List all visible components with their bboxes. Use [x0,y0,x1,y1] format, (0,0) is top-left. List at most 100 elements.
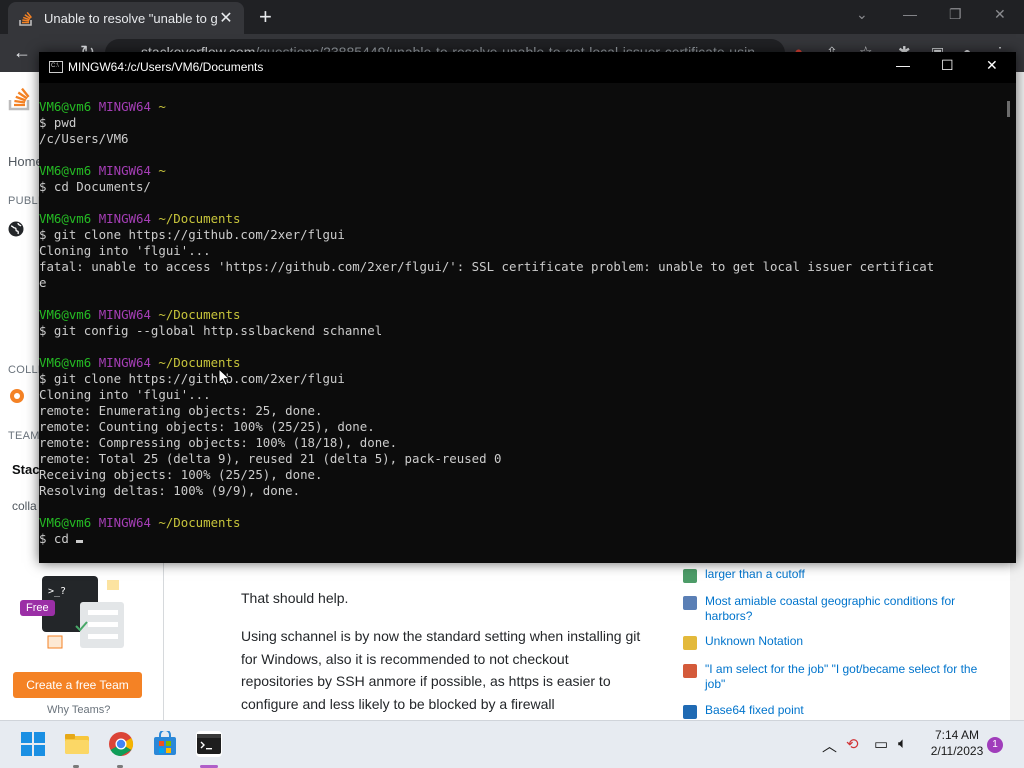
terminal-icon[interactable] [196,731,222,757]
prompt-dir: ~/Documents [158,307,241,322]
file-explorer-icon[interactable] [64,731,90,757]
terminal-output-line: remote: Counting objects: 100% (25/25), … [39,419,1004,435]
prompt-user: VM6@vm6 [39,307,92,322]
hot-question-item[interactable]: Unknown Notation [683,634,983,650]
nav-home-link[interactable]: Home [8,154,43,169]
prompt-host: MINGW64 [98,307,151,322]
terminal-output-line: Cloning into 'flgui'... [39,387,1004,403]
hot-question-item[interactable]: Base64 fixed point [683,703,983,719]
show-hidden-icons-chevron-icon[interactable]: ︿ [822,735,837,756]
terminal-prompt-line: VM6@vm6 MINGW64 ~/Documents [39,515,1004,531]
terminal-line-text: Cloning into 'flgui'... [39,243,211,258]
terminal-output-line: fatal: unable to access 'https://github.… [39,259,1004,275]
terminal-line-text: remote: Enumerating objects: 25, done. [39,403,323,418]
terminal-line-text: remote: Counting objects: 100% (25/25), … [39,419,375,434]
globe-icon [8,221,24,237]
terminal-output-line: /c/Users/VM6 [39,131,1004,147]
restore-browser-icon[interactable]: ❐ [949,6,962,23]
hot-question-item[interactable]: Most amiable coastal geographic conditio… [683,594,983,624]
new-tab-button[interactable]: + [259,6,272,28]
prompt-user: VM6@vm6 [39,99,92,114]
answer-paragraph-1: That should help. [241,590,349,606]
maximize-icon[interactable]: ☐ [941,57,954,74]
windows-start-icon[interactable] [20,731,46,757]
terminal-output-line: e [39,275,1004,291]
site-favicon-icon [683,569,697,583]
hot-question-link[interactable]: Base64 fixed point [705,703,804,719]
terminal-command-line: $ cd [39,531,1004,547]
create-free-team-button[interactable]: Create a free Team [13,672,142,698]
minimize-browser-icon[interactable]: — [903,6,917,22]
terminal-prompt-line: VM6@vm6 MINGW64 ~ [39,163,1004,179]
network-icon[interactable]: ▭ [874,735,888,753]
close-tab-icon[interactable]: ✕ [218,8,234,28]
terminal-cursor [76,540,84,543]
site-favicon-icon [683,705,697,719]
terminal-line-text: $ cd [39,531,77,546]
site-favicon-icon [683,596,697,610]
site-favicon-icon [683,664,697,678]
prompt-host: MINGW64 [98,99,151,114]
terminal-output-line: Resolving deltas: 100% (9/9), done. [39,483,1004,499]
chrome-icon[interactable] [108,731,134,757]
sync-error-icon[interactable]: ⟲ [846,735,859,753]
terminal-line-text: remote: Total 25 (delta 9), reused 21 (d… [39,451,502,466]
hot-question-link[interactable]: larger than a cutoff [705,567,805,583]
close-icon[interactable]: ✕ [986,57,998,74]
terminal-line-text: remote: Compressing objects: 100% (18/18… [39,435,398,450]
terminal-scrollbar[interactable] [1004,97,1016,559]
terminal-line-text: fatal: unable to access 'https://github.… [39,259,935,274]
terminal-scrollbar-thumb[interactable] [1007,101,1010,117]
hot-question-link[interactable]: Unknown Notation [705,634,803,650]
system-clock[interactable]: 7:14 AM 2/11/2023 [922,727,992,759]
volume-icon[interactable]: 🔈︎ [898,735,907,752]
browser-tab[interactable]: Unable to resolve "unable to get ✕ [8,2,244,34]
stackoverflow-logo-icon[interactable] [8,82,32,112]
prompt-dir: ~/Documents [158,211,241,226]
terminal-command-line: $ cd Documents/ [39,179,1004,195]
terminal-output[interactable]: VM6@vm6 MINGW64 ~ $ pwd/c/Users/VM6 VM6@vm… [39,99,1004,559]
close-browser-icon[interactable]: ✕ [994,6,1006,23]
why-teams-link[interactable]: Why Teams? [47,704,110,716]
mingw-terminal-window[interactable]: C:\ MINGW64:/c/Users/VM6/Documents — ☐ ✕… [39,52,1016,563]
terminal-output-line: remote: Compressing objects: 100% (18/18… [39,435,1004,451]
prompt-dir: ~ [158,99,166,114]
microsoft-store-icon[interactable] [152,731,178,757]
terminal-command-line: $ git clone https://github.com/2xer/flgu… [39,227,1004,243]
terminal-line-text: $ pwd [39,115,77,130]
terminal-prompt-line: VM6@vm6 MINGW64 ~/Documents [39,307,1004,323]
terminal-line-text: Cloning into 'flgui'... [39,387,211,402]
terminal-line-text: Receiving objects: 100% (25/25), done. [39,467,323,482]
minimize-icon[interactable]: — [896,57,910,73]
svg-text:>_?: >_? [48,586,66,597]
terminal-output-line: Receiving objects: 100% (25/25), done. [39,467,1004,483]
terminal-title-bar[interactable]: C:\ MINGW64:/c/Users/VM6/Documents — ☐ ✕ [39,52,1016,83]
hot-question-item[interactable]: "I am select for the job" "I got/became … [683,662,983,692]
prompt-host: MINGW64 [98,211,151,226]
hot-question-link[interactable]: Most amiable coastal geographic conditio… [705,594,983,624]
prompt-user: VM6@vm6 [39,211,92,226]
browser-tab-strip: Unable to resolve "unable to get ✕ + ⌄ —… [0,0,1024,34]
terminal-command-line: $ git config --global http.sslbackend sc… [39,323,1004,339]
tab-search-icon[interactable]: ⌄ [856,6,868,23]
mouse-cursor-icon [218,368,230,386]
prompt-host: MINGW64 [98,163,151,178]
notification-badge[interactable]: 1 [987,737,1003,753]
hot-question-link[interactable]: "I am select for the job" "I got/became … [705,662,983,692]
back-icon[interactable]: ← [13,42,31,63]
terminal-line-text: /c/Users/VM6 [39,131,129,146]
terminal-line-text: e [39,275,47,290]
terminal-command-line: $ pwd [39,115,1004,131]
collectives-icon[interactable] [9,388,25,404]
terminal-output-line: remote: Total 25 (delta 9), reused 21 (d… [39,451,1004,467]
terminal-prompt-line: VM6@vm6 MINGW64 ~ [39,99,1004,115]
hot-question-item[interactable]: larger than a cutoff [683,567,983,583]
terminal-output-line: Cloning into 'flgui'... [39,243,1004,259]
terminal-output-line: remote: Enumerating objects: 25, done. [39,403,1004,419]
prompt-host: MINGW64 [98,355,151,370]
terminal-line-text: Resolving deltas: 100% (9/9), done. [39,483,301,498]
